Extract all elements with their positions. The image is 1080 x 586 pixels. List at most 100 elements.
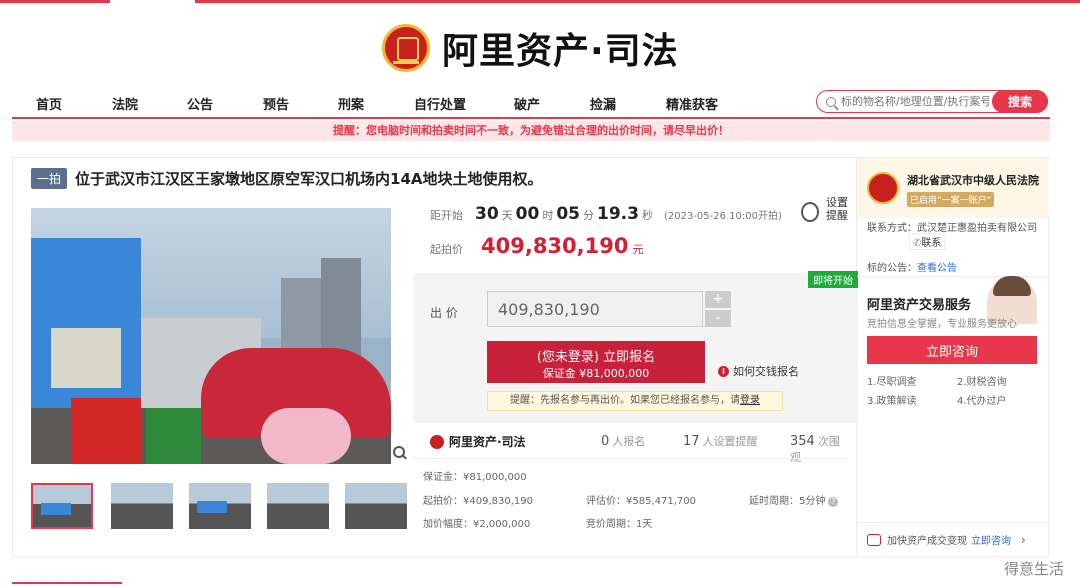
contact-info: 联系方式：武汉楚正惠盈拍卖有限公司 — [867, 223, 1037, 234]
nav-item-bankruptcy[interactable]: 破产 — [514, 94, 540, 113]
thumbnail-3[interactable] — [189, 483, 251, 529]
status-badge: 即将开始 — [808, 271, 858, 288]
auction-round-tag: 一拍 — [31, 168, 68, 189]
court-emblem-icon — [382, 24, 430, 72]
decrease-bid-button[interactable]: - — [705, 310, 731, 327]
start-price-row: 起拍价 409,830,190 元 — [430, 234, 643, 258]
time-mismatch-notice: 提醒：您电脑时间和拍卖时间不一致，为避免错过合理的出价时间，请尽早出价！ — [12, 121, 1050, 141]
nav-item-bargain[interactable]: 捡漏 — [590, 94, 616, 113]
reminder-line-2: 提醒 — [826, 209, 848, 222]
nav-item-self-disposal[interactable]: 自行处置 — [414, 94, 466, 113]
thumbnail-1[interactable] — [31, 483, 93, 529]
bid-label: 出 价 — [430, 306, 458, 320]
increase-bid-button[interactable]: + — [705, 291, 731, 308]
countdown-label: 距开始 — [430, 209, 463, 222]
service-subtitle: 竞拍信息全掌握，专业服务更放心 — [867, 319, 1017, 330]
watermark: 得意生活 — [1004, 560, 1065, 578]
accelerate-text: 加快资产成交变现 — [887, 536, 967, 547]
bottom-tab-indicator — [12, 582, 122, 584]
search-button[interactable]: 搜索 — [992, 90, 1048, 113]
thumbnail-2[interactable] — [111, 483, 173, 529]
countdown-hours: 00 — [515, 204, 540, 224]
countdown-seconds: 19.3 — [597, 204, 639, 224]
court-emblem-icon — [867, 172, 899, 204]
hours-unit: 时 — [542, 209, 554, 222]
signup-button[interactable]: (您未登录) 立即报名 保证金 ¥81,000,000 — [487, 341, 705, 383]
thumbnail-5[interactable] — [345, 483, 407, 529]
nav-item-criminal[interactable]: 刑案 — [338, 94, 364, 113]
signup-deposit: 保证金 ¥81,000,000 — [542, 367, 650, 380]
main-photo[interactable] — [31, 208, 391, 464]
court-badge: 已启用“一案一账户” — [907, 192, 995, 207]
detail-start-price: 起拍价：¥409,830,190 — [423, 496, 533, 507]
reminder-line-1: 设置 — [826, 196, 848, 209]
service-due-diligence[interactable]: 1.尽职调查 — [867, 373, 917, 388]
service-title: 阿里资产交易服务 — [867, 298, 972, 313]
nav-item-court[interactable]: 法院 — [112, 94, 138, 113]
start-time: (2023-05-26 10:00开拍) — [663, 211, 782, 222]
listing-title-row: 一拍 位于武汉市江汉区王家墩地区原空军汉口机场内14A地块土地使用权。 — [31, 168, 543, 189]
reminder-count: 17 人设置提醒 — [683, 434, 758, 449]
countdown-days: 30 — [475, 204, 499, 224]
sidebar-divider-2 — [857, 522, 1049, 523]
listing-title: 位于武汉市江汉区王家墩地区原空军汉口机场内14A地块土地使用权。 — [75, 170, 543, 188]
clock-reminder-icon[interactable] — [801, 202, 819, 222]
nav-divider — [12, 117, 1050, 119]
view-notice-link[interactable]: 查看公告 — [917, 263, 957, 274]
login-link[interactable]: 登录 — [740, 395, 760, 406]
countdown: 距开始 30 天 00 时 05 分 19.3 秒 (2023-05-26 10… — [430, 204, 782, 224]
contact-button[interactable]: ✆联系 — [909, 233, 946, 250]
service-tax-consult[interactable]: 2.财税咨询 — [957, 373, 1007, 388]
days-unit: 天 — [501, 209, 513, 222]
brand-logo-icon — [430, 434, 444, 449]
service-transfer[interactable]: 4.代办过户 — [957, 392, 1007, 407]
accelerate-row[interactable]: 加快资产成交变现 立即咨询 › — [867, 532, 1026, 547]
info-icon: i — [718, 365, 729, 377]
bid-box: 即将开始 出 价 + - (您未登录) 立即报名 保证金 ¥81,000,000… — [413, 271, 858, 423]
how-to-pay-text: 如何交钱报名 — [733, 365, 799, 378]
minutes-unit: 分 — [583, 209, 595, 222]
start-price-value: 409,830,190 — [481, 234, 629, 258]
chevron-right-icon[interactable]: › — [1021, 533, 1026, 547]
sidebar: 湖北省武汉市中级人民法院 已启用“一案一账户” 联系方式：武汉楚正惠盈拍卖有限公… — [857, 157, 1049, 557]
logo-text: 阿里资产·司法 — [442, 31, 679, 72]
detail-appraisal: 评估价：¥585,471,700 — [586, 496, 696, 507]
search-icon — [826, 96, 836, 107]
detail-extension: 延时周期：5分钟? — [749, 492, 839, 507]
login-reminder-text: 提醒：先报名参与再出价。如果您已经报名参与，请 — [510, 395, 740, 406]
bid-amount-input[interactable] — [487, 291, 703, 327]
detail-increment: 加价幅度：¥2,000,000 — [423, 519, 531, 530]
login-reminder: 提醒：先报名参与再出价。如果您已经报名参与，请登录 — [487, 391, 783, 411]
nav-item-home[interactable]: 首页 — [36, 94, 62, 113]
set-reminder-button[interactable]: 设置 提醒 — [826, 196, 856, 222]
top-accent-bar — [0, 0, 1080, 3]
service-policy[interactable]: 3.政策解读 — [867, 392, 917, 407]
thumbnail-4[interactable] — [267, 483, 329, 529]
start-price-unit: 元 — [632, 243, 644, 256]
how-to-pay-link[interactable]: i 如何交钱报名 — [718, 363, 799, 379]
stats-brand: 阿里资产·司法 — [430, 433, 526, 450]
countdown-minutes: 05 — [556, 204, 581, 224]
consult-button[interactable]: 立即咨询 — [867, 336, 1037, 364]
view-count: 354 次围观 — [790, 434, 840, 464]
stats-divider — [413, 458, 848, 459]
seconds-unit: 秒 — [641, 209, 653, 222]
stats-brand-text: 阿里资产·司法 — [449, 435, 526, 449]
nav-item-precise-leads[interactable]: 精准获客 — [666, 94, 718, 113]
signup-count: 0 人报名 — [601, 434, 646, 449]
stats-row: 阿里资产·司法 0 人报名 17 人设置提醒 354 次围观 — [413, 430, 848, 464]
detail-deposit: 保证金：¥81,000,000 — [423, 472, 527, 483]
site-logo[interactable]: 阿里资产·司法 — [382, 20, 679, 76]
court-name[interactable]: 湖北省武汉市中级人民法院 — [907, 172, 1039, 188]
help-icon[interactable]: ? — [828, 497, 839, 507]
search-input[interactable] — [841, 95, 989, 108]
signup-label: (您未登录) 立即报名 — [536, 350, 656, 365]
listing-panel: 一拍 位于武汉市江汉区王家墩地区原空军汉口机场内14A地块土地使用权。 距开始 … — [12, 157, 858, 557]
court-card[interactable]: 湖北省武汉市中级人民法院 已启用“一案一账户” — [857, 158, 1049, 218]
search-box: 搜索 — [816, 90, 1048, 113]
nav-item-preview[interactable]: 预告 — [263, 94, 289, 113]
zoom-icon[interactable] — [393, 446, 407, 460]
detail-auction-period: 竞价周期：1天 — [586, 519, 653, 530]
accelerate-consult-link[interactable]: 立即咨询 — [971, 532, 1011, 547]
nav-item-announcement[interactable]: 公告 — [187, 94, 213, 113]
